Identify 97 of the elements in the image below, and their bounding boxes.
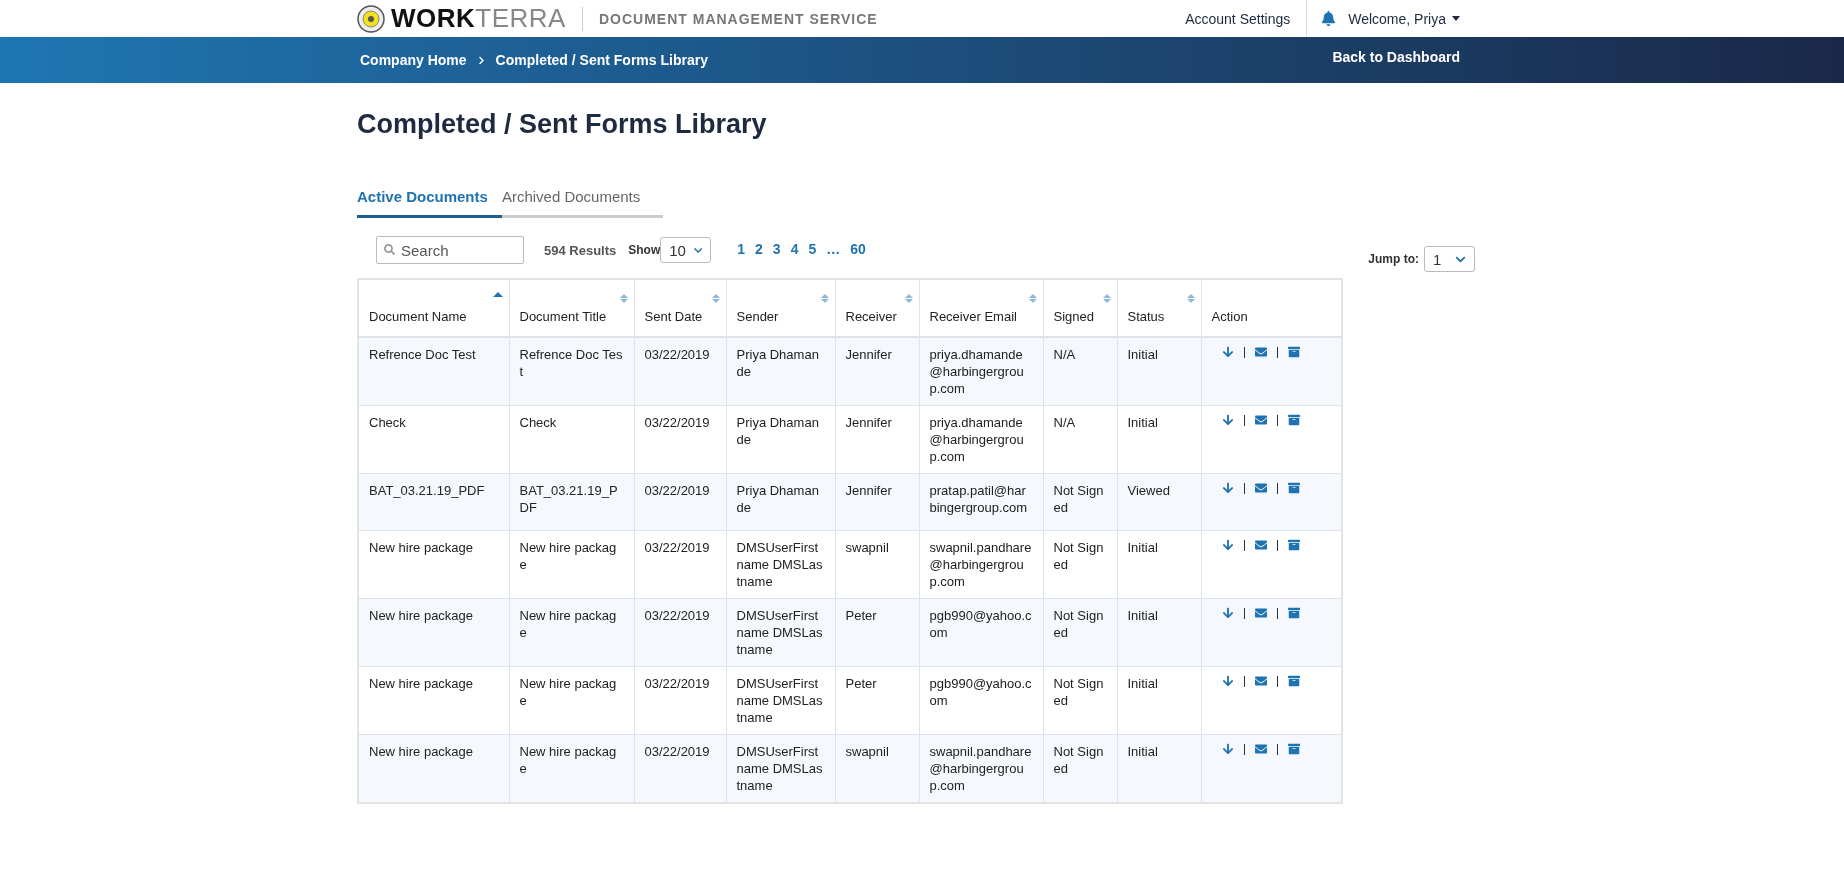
page-link[interactable]: …: [826, 240, 841, 257]
table-cell: New hire package: [509, 598, 634, 667]
jump-to-select[interactable]: 1: [1424, 246, 1475, 272]
archive-icon[interactable]: [1287, 539, 1300, 551]
email-icon[interactable]: [1254, 539, 1267, 551]
email-icon[interactable]: [1254, 482, 1267, 494]
table-cell: Initial: [1117, 337, 1201, 406]
table-cell: Jennifer: [835, 473, 919, 531]
table-cell: priya.dhamande@harbingergroup.com: [919, 405, 1043, 474]
table-cell: Priya Dhamande: [726, 337, 835, 406]
table-cell: Refrence Doc Test: [509, 337, 634, 406]
download-icon[interactable]: [1221, 539, 1234, 551]
breadcrumb-link[interactable]: Completed / Sent Forms Library: [495, 52, 708, 68]
archive-icon[interactable]: [1287, 482, 1300, 494]
back-to-dashboard-link[interactable]: Back to Dashboard: [1332, 49, 1460, 65]
table-cell: BAT_03.21.19_PDF: [509, 473, 634, 531]
table-cell: pratap.patil@harbingergroup.com: [919, 473, 1043, 531]
table-cell: Peter: [835, 598, 919, 667]
table-cell: N/A: [1043, 405, 1117, 474]
archive-icon[interactable]: [1287, 607, 1300, 619]
breadcrumb-link[interactable]: Company Home: [360, 52, 467, 68]
results-count: 594 Results: [544, 242, 617, 258]
download-icon[interactable]: [1221, 607, 1234, 619]
table-cell: New hire package: [509, 530, 634, 599]
email-icon[interactable]: [1254, 607, 1267, 619]
show-label: Show: [628, 243, 661, 257]
table-cell: N/A: [1043, 337, 1117, 406]
jump-to-label: Jump to:: [1368, 252, 1419, 266]
download-icon[interactable]: [1221, 675, 1234, 687]
archive-icon[interactable]: [1287, 675, 1300, 687]
table-cell: Initial: [1117, 598, 1201, 667]
page-link[interactable]: 1: [737, 240, 746, 257]
table-cell: New hire package: [509, 666, 634, 735]
table-cell: Not Signed: [1043, 473, 1117, 531]
table-cell: Check: [509, 405, 634, 474]
table-cell: Jennifer: [835, 405, 919, 474]
table-cell: Initial: [1117, 530, 1201, 599]
archive-icon[interactable]: [1287, 743, 1300, 755]
table-cell: 03/22/2019: [634, 598, 726, 667]
page-size-select[interactable]: 10: [660, 237, 712, 263]
table-cell: Priya Dhamande: [726, 473, 835, 531]
table-cell: Priya Dhamande: [726, 405, 835, 474]
email-icon[interactable]: [1254, 675, 1267, 687]
table-cell: BAT_03.21.19_PDF: [358, 473, 509, 531]
download-icon[interactable]: [1221, 414, 1234, 426]
table-cell: Jennifer: [835, 337, 919, 406]
table-cell: DMSUserFirstname DMSLastname: [726, 530, 835, 599]
table-cell: swapnil.pandhare@harbingergroup.com: [919, 530, 1043, 599]
account-settings-link[interactable]: Account Settings: [1169, 10, 1307, 27]
table-cell: 03/22/2019: [634, 473, 726, 531]
brand-logo: WORKTERRA: [391, 3, 566, 34]
download-icon[interactable]: [1221, 743, 1234, 755]
table-cell: Not Signed: [1043, 598, 1117, 667]
table-cell: New hire package: [358, 598, 509, 667]
notification-bell-icon[interactable]: [1321, 11, 1337, 26]
table-cell: Peter: [835, 666, 919, 735]
page-title: Completed / Sent Forms Library: [357, 109, 768, 140]
archive-icon[interactable]: [1287, 414, 1300, 426]
tab[interactable]: Active Documents: [357, 188, 502, 215]
table-cell: New hire package: [358, 530, 509, 599]
tab[interactable]: Archived Documents: [501, 188, 655, 215]
table-cell: Viewed: [1117, 473, 1201, 531]
table-cell: Not Signed: [1043, 666, 1117, 735]
download-icon[interactable]: [1221, 482, 1234, 494]
email-icon[interactable]: [1254, 743, 1267, 755]
email-icon[interactable]: [1254, 414, 1267, 426]
table-cell: Initial: [1117, 405, 1201, 474]
table-cell: priya.dhamande@harbingergroup.com: [919, 337, 1043, 406]
sort-ascending-icon[interactable]: [492, 292, 503, 298]
table-cell: Not Signed: [1043, 530, 1117, 599]
table-cell: Check: [358, 405, 509, 474]
logo-icon: [357, 4, 385, 33]
service-title: DOCUMENT MANAGEMENT SERVICE: [598, 10, 878, 27]
email-icon[interactable]: [1254, 346, 1267, 358]
search-field[interactable]: Search: [376, 236, 524, 264]
table-cell: DMSUserFirstname DMSLastname: [726, 666, 835, 735]
page-link[interactable]: 3: [772, 240, 781, 257]
page-link[interactable]: 4: [790, 240, 799, 257]
user-menu[interactable]: Welcome, Priya: [1348, 10, 1460, 27]
table-cell: Initial: [1117, 666, 1201, 735]
chevron-icon: [476, 55, 486, 65]
archive-icon[interactable]: [1287, 346, 1300, 358]
table-cell: 03/22/2019: [634, 405, 726, 474]
download-icon[interactable]: [1221, 346, 1234, 358]
table-cell: pgb990@yahoo.com: [919, 598, 1043, 667]
table-cell: swapnil: [835, 530, 919, 599]
page-link[interactable]: 2: [755, 240, 763, 257]
page-link[interactable]: 60: [850, 240, 866, 257]
page-link[interactable]: 5: [808, 240, 817, 257]
table-cell: DMSUserFirstname DMSLastname: [726, 598, 835, 667]
table-cell: 03/22/2019: [634, 530, 726, 599]
search-icon: [384, 244, 395, 255]
table-cell: pgb990@yahoo.com: [919, 666, 1043, 735]
table-cell: 03/22/2019: [634, 666, 726, 735]
table-cell: New hire package: [358, 666, 509, 735]
table-cell: Refrence Doc Test: [358, 337, 509, 406]
table-cell: 03/22/2019: [634, 337, 726, 406]
